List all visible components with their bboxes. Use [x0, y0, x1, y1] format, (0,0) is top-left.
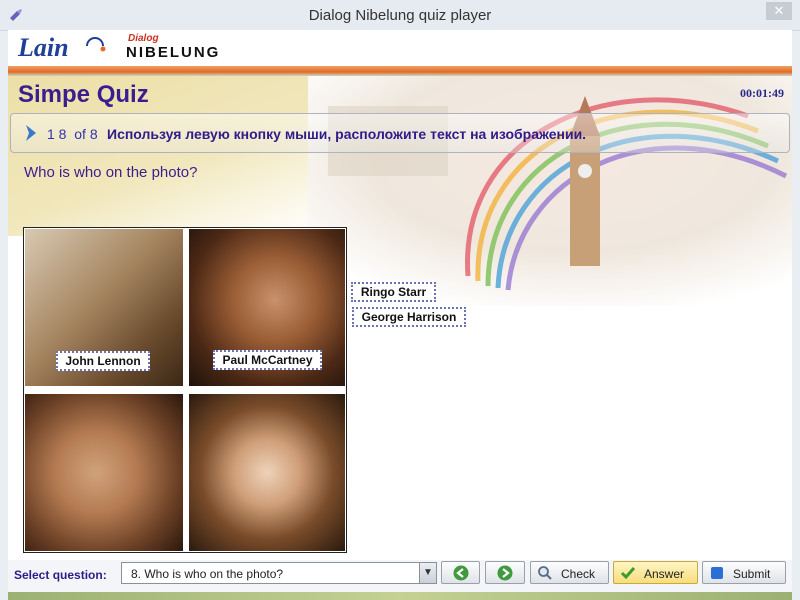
window-titlebar: Dialog Nibelung quiz player ✕	[0, 0, 800, 31]
photo-bottom-left	[25, 394, 183, 551]
previous-button[interactable]	[441, 561, 480, 584]
question-counter: 1 8 of 8	[47, 126, 98, 142]
question-instruction: Используя левую кнопку мыши, расположите…	[107, 126, 587, 142]
question-bar: 1 8 of 8 Используя левую кнопку мыши, ра…	[10, 113, 790, 153]
select-question-label: Select question:	[14, 568, 107, 582]
header-stripe	[8, 66, 792, 76]
label-paul-mccartney[interactable]: Paul McCartney	[213, 350, 322, 370]
check-label: Check	[561, 567, 596, 581]
checkmark-icon	[620, 567, 636, 580]
question-select[interactable]: 8. Who is who on the photo? ▼	[121, 562, 437, 584]
label-ringo-starr[interactable]: Ringo Starr	[351, 282, 436, 302]
answer-button[interactable]: Answer	[613, 561, 698, 584]
label-john-lennon[interactable]: John Lennon	[56, 351, 150, 371]
arrow-right-icon	[497, 565, 513, 581]
question-select-value: 8. Who is who on the photo?	[131, 567, 284, 581]
quiz-title: Simpe Quiz	[18, 81, 149, 108]
window-title: Dialog Nibelung quiz player	[308, 7, 492, 24]
check-button[interactable]: Check	[530, 561, 609, 584]
close-icon[interactable]: ✕	[766, 2, 792, 20]
footer-stripe	[8, 592, 792, 600]
arrow-left-icon	[453, 565, 469, 581]
next-button[interactable]	[485, 561, 525, 584]
chevron-down-icon[interactable]: ▼	[419, 563, 436, 583]
magnifier-icon	[538, 566, 552, 580]
lain-logo: Lain	[18, 33, 69, 62]
headset-icon	[86, 37, 106, 52]
submit-label: Submit	[733, 567, 771, 581]
submit-button[interactable]: Submit	[702, 561, 786, 584]
chevron-right-icon	[26, 125, 36, 141]
photo-bottom-right	[189, 394, 345, 551]
submit-square-icon	[711, 567, 723, 579]
footer-toolbar: Select question: 8. Who is who on the ph…	[8, 560, 792, 592]
nibelung-logo: NIBELUNG	[126, 44, 221, 61]
answer-label: Answer	[644, 567, 685, 581]
label-george-harrison[interactable]: George Harrison	[352, 307, 466, 327]
dialog-logo: Dialog	[128, 33, 159, 44]
timer: 00:01:49	[740, 86, 784, 100]
header: Lain Dialog NIBELUNG	[8, 30, 792, 66]
photo-grid	[23, 227, 347, 553]
background-artwork	[308, 76, 792, 306]
question-text: Who is who on the photo?	[24, 164, 198, 181]
